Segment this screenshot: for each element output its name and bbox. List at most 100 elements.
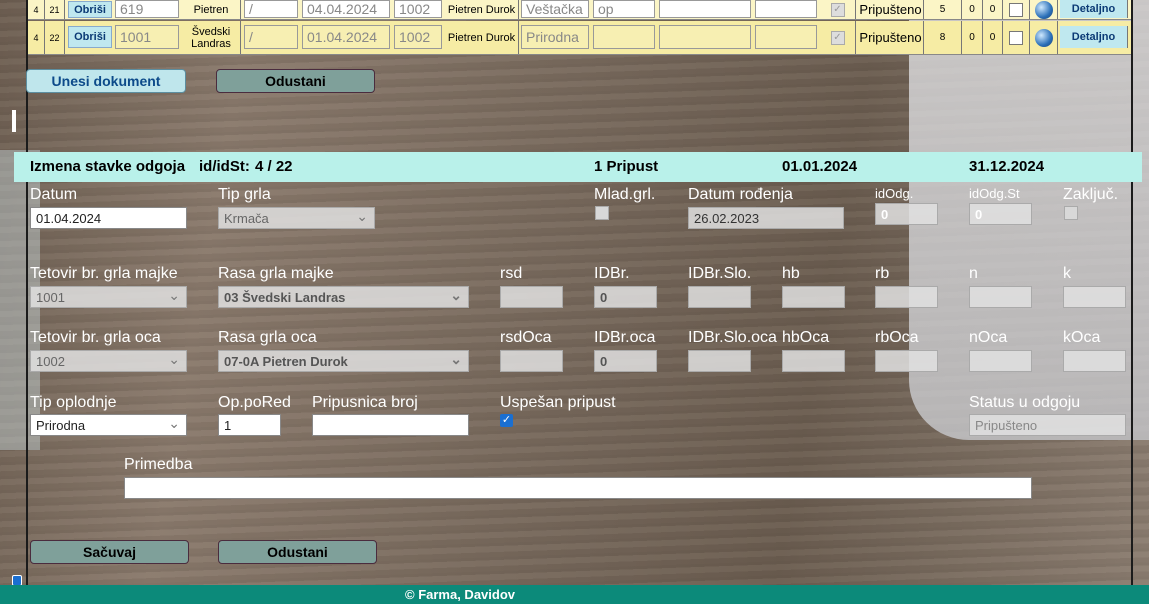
mlad-grl-label: Mlad.grl. xyxy=(594,186,656,203)
cancel-bottom-button[interactable]: Odustani xyxy=(218,540,377,564)
primedba-label: Primedba xyxy=(124,456,193,473)
row-checkbox[interactable] xyxy=(1009,30,1023,45)
save-button[interactable]: Sačuvaj xyxy=(30,540,189,564)
koca-input[interactable] xyxy=(1063,350,1126,372)
rasa-majke-select[interactable]: 03 Švedski Landras xyxy=(218,286,469,308)
tip-input[interactable]: Prirodna xyxy=(521,25,589,49)
n1-cell: 5 xyxy=(924,0,962,19)
tip-grla-select[interactable]: Krmača xyxy=(218,207,375,229)
n-input[interactable] xyxy=(969,286,1032,308)
tetovir-majke-label: Tetovir br. grla majke xyxy=(30,265,178,282)
note-input[interactable]: op xyxy=(593,0,655,18)
mlad-grl-checkbox[interactable] xyxy=(595,206,609,220)
idbrslo-input[interactable] xyxy=(688,286,751,308)
noca-input[interactable] xyxy=(969,350,1032,372)
oporedj-input[interactable]: 1 xyxy=(218,414,281,436)
globe-icon[interactable] xyxy=(1034,0,1053,19)
table-row: 4 22 Obriši 1001 Švedski Landras / 01.04… xyxy=(28,21,1131,55)
rboca-input[interactable] xyxy=(875,350,938,372)
slash-input[interactable]: / xyxy=(244,0,298,18)
rasa-oca-cell: Pietren Durok xyxy=(445,0,519,19)
idodgst-input[interactable]: 0 xyxy=(969,203,1032,225)
header-pripust: 1 Pripust xyxy=(594,158,659,175)
footer-text: © Farma, Davidov xyxy=(405,587,516,602)
hboca-label: hbOca xyxy=(782,329,830,346)
tetovir-majke-select[interactable]: 1001 xyxy=(30,286,187,308)
k-input[interactable] xyxy=(1063,286,1126,308)
tetovir-input[interactable]: 619 xyxy=(115,0,179,18)
scroll-marker xyxy=(12,110,16,132)
checkbox-cell: ✓ xyxy=(820,21,856,54)
primedba-input[interactable] xyxy=(124,477,1032,499)
status-cell: Pripušteno xyxy=(858,21,924,54)
idbrslo-label: IDBr.Slo. xyxy=(688,265,752,282)
select-cell xyxy=(1003,21,1030,54)
extra-input[interactable] xyxy=(659,25,751,49)
idbrslooca-input[interactable] xyxy=(688,350,751,372)
datum-rodjenja-input[interactable]: 26.02.2023 xyxy=(688,207,844,229)
uspesan-checkbox[interactable]: ✓ xyxy=(500,414,513,427)
rsdoca-input[interactable] xyxy=(500,350,563,372)
tip-oplodnje-select[interactable]: Prirodna xyxy=(30,414,187,436)
edit-header: Izmena stavke odgoja id/idSt: 4 / 22 1 P… xyxy=(14,152,1142,182)
extra-input[interactable] xyxy=(659,0,751,18)
delete-button[interactable]: Obriši xyxy=(68,1,112,18)
tetovir-oca-label: Tetovir br. grla oca xyxy=(30,329,161,346)
idodg-input[interactable]: 0 xyxy=(875,203,938,225)
date-input[interactable]: 01.04.2024 xyxy=(302,25,390,49)
delete-button[interactable]: Obriši xyxy=(68,26,112,48)
oporedj-label: Op.poRed xyxy=(218,394,291,411)
status-label: Status u odgoju xyxy=(969,394,1081,411)
otac-input[interactable]: 1002 xyxy=(394,0,442,18)
details-button[interactable]: Detaljno xyxy=(1060,26,1128,48)
datum-label: Datum xyxy=(30,186,78,203)
rasa-cell: Pietren xyxy=(182,0,241,19)
n3-cell: 0 xyxy=(983,21,1003,54)
extra-input-2[interactable] xyxy=(755,0,817,18)
globe-icon[interactable] xyxy=(1034,28,1053,47)
checkbox-cell: ✓ xyxy=(820,0,856,19)
tip-input[interactable]: Veštačka xyxy=(521,0,589,18)
rasa-oca-label: Rasa grla oca xyxy=(218,329,317,346)
rb-label: rb xyxy=(875,265,890,282)
otac-input[interactable]: 1002 xyxy=(394,25,442,49)
rasa-oca-cell: Pietren Durok xyxy=(445,21,519,54)
hboca-input[interactable] xyxy=(782,350,845,372)
cancel-top-button[interactable]: Odustani xyxy=(216,69,375,93)
row-checkbox[interactable] xyxy=(1009,2,1023,17)
datum-input[interactable]: 01.04.2024 xyxy=(30,207,187,229)
status-input[interactable]: Pripušteno xyxy=(969,414,1126,436)
tetovir-oca-select[interactable]: 1002 xyxy=(30,350,187,372)
check-icon[interactable]: ✓ xyxy=(830,2,845,17)
rb-input[interactable] xyxy=(875,286,938,308)
rboca-label: rbOca xyxy=(875,329,919,346)
status-cell: Pripušteno xyxy=(858,0,924,19)
extra-input-2[interactable] xyxy=(755,25,817,49)
idbroca-input[interactable]: 0 xyxy=(594,350,657,372)
tetovir-input[interactable]: 1001 xyxy=(115,25,179,49)
row-col1: 4 xyxy=(28,21,45,54)
row-col2: 22 xyxy=(45,21,65,54)
rasa-oca-select[interactable]: 07-0A Pietren Durok xyxy=(218,350,469,372)
slash-input[interactable]: / xyxy=(244,25,298,49)
check-icon[interactable]: ✓ xyxy=(830,30,845,45)
koca-label: kOca xyxy=(1063,329,1101,346)
rsdoca-label: rsdOca xyxy=(500,329,552,346)
hb-input[interactable] xyxy=(782,286,845,308)
frame-right xyxy=(1131,0,1133,585)
uspesan-label: Uspešan pripust xyxy=(500,394,616,411)
details-button[interactable]: Detaljno xyxy=(1060,0,1128,18)
idbr-input[interactable]: 0 xyxy=(594,286,657,308)
rsd-input[interactable] xyxy=(500,286,563,308)
enter-document-button[interactable]: Unesi dokument xyxy=(26,69,186,93)
tip-oplodnje-label: Tip oplodnje xyxy=(30,394,117,411)
date-input[interactable]: 04.04.2024 xyxy=(302,0,390,18)
rasa-majke-label: Rasa grla majke xyxy=(218,265,334,282)
pripusnica-input[interactable] xyxy=(312,414,469,436)
noca-label: nOca xyxy=(969,329,1008,346)
idbroca-label: IDBr.oca xyxy=(594,329,656,346)
note-input[interactable] xyxy=(593,25,655,49)
rasa-cell: Švedski Landras xyxy=(182,21,241,54)
rsd-label: rsd xyxy=(500,265,523,282)
zakljuc-checkbox[interactable] xyxy=(1064,206,1078,220)
